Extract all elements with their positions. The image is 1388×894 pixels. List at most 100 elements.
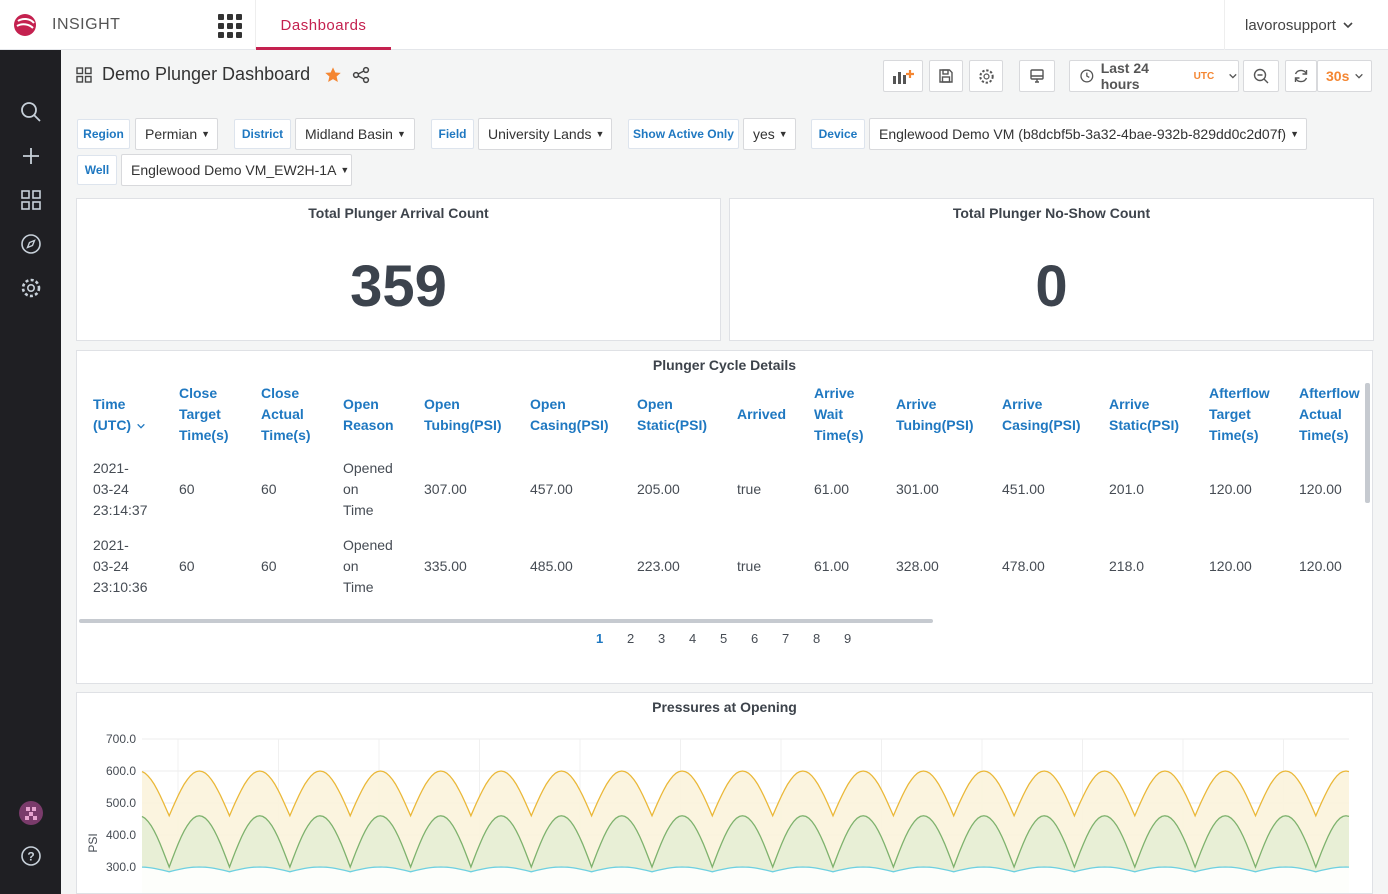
column-header[interactable]: Arrive Tubing(PSI) [896, 394, 974, 436]
cell-line: true [737, 558, 762, 574]
share-icon[interactable] [352, 66, 370, 84]
cell-line: 03-24 [93, 481, 129, 497]
gear-icon[interactable] [18, 275, 44, 301]
app-name: INSIGHT [52, 15, 121, 33]
page-link[interactable]: 4 [689, 631, 696, 646]
column-header-line: Casing(PSI) [1002, 416, 1081, 433]
save-dashboard-button[interactable] [929, 60, 963, 92]
cell-line: 23:14:37 [93, 502, 148, 518]
page-link[interactable]: 1 [596, 631, 603, 646]
well-value: Englewood Demo VM_EW2H-1A [131, 162, 337, 178]
y-tick-label: 500.0 [106, 796, 136, 810]
add-panel-icon [893, 70, 914, 84]
cell-line: 307.00 [424, 481, 467, 497]
noshow-count-panel[interactable]: Total Plunger No-Show Count 0 [729, 198, 1374, 341]
vertical-scrollbar[interactable] [1365, 383, 1370, 503]
cell-line: 457.00 [530, 481, 573, 497]
brand[interactable]: INSIGHT [0, 0, 200, 50]
column-header-line: Reason [343, 416, 394, 433]
cell-line: 60 [261, 558, 277, 574]
refresh-interval-picker[interactable]: 30s [1317, 60, 1372, 92]
field-select[interactable]: University Lands ▼ [478, 118, 612, 150]
column-header[interactable]: Open Reason [343, 394, 394, 436]
page-link[interactable]: 5 [720, 631, 727, 646]
column-header-line: Tubing(PSI) [896, 416, 974, 433]
column-header[interactable]: Arrived [737, 404, 786, 425]
district-select[interactable]: Midland Basin ▼ [295, 118, 415, 150]
monitor-icon [1030, 69, 1044, 83]
device-value: Englewood Demo VM (b8dcbf5b-3a32-4bae-93… [879, 126, 1287, 142]
noshow-count-value: 0 [1035, 254, 1068, 319]
field-label: Field [431, 119, 474, 149]
column-header-line: Time(s) [814, 427, 864, 443]
explore-icon[interactable] [18, 231, 44, 257]
show-active-value: yes [753, 126, 775, 142]
column-header-line: Arrive [896, 395, 937, 412]
view-mode-button[interactable] [1019, 60, 1055, 92]
column-header[interactable]: Afterflow Actual Time(s) [1299, 383, 1360, 446]
column-header-line: Time(s) [1209, 427, 1259, 443]
series-area [142, 867, 1349, 893]
search-icon[interactable] [18, 99, 44, 125]
add-panel-button[interactable] [883, 60, 923, 92]
refresh-interval-value: 30s [1326, 68, 1350, 84]
column-header[interactable]: Arrive Static(PSI) [1109, 394, 1179, 436]
time-range-picker[interactable]: Last 24 hours UTC [1069, 60, 1239, 92]
column-header[interactable]: Time (UTC) [93, 394, 145, 436]
star-icon[interactable] [324, 66, 342, 84]
well-select[interactable]: Englewood Demo VM_EW2H-1A ▼ [121, 154, 352, 186]
caret-down-icon: ▼ [595, 129, 605, 139]
refresh-button[interactable] [1285, 60, 1317, 92]
table-cell: 61.00 [814, 556, 849, 577]
horizontal-scrollbar[interactable] [79, 619, 933, 623]
page-link[interactable]: 8 [813, 631, 820, 646]
page-link[interactable]: 6 [751, 631, 758, 646]
column-header[interactable]: Open Casing(PSI) [530, 394, 609, 436]
column-header[interactable]: Open Static(PSI) [637, 394, 707, 436]
plus-icon[interactable] [18, 143, 44, 169]
y-axis-label: PSI [86, 833, 100, 852]
cell-line: Opened [343, 460, 393, 476]
table-cell: 485.00 [530, 556, 573, 577]
help-icon[interactable]: ? [18, 843, 44, 869]
column-header-line: Arrived [737, 406, 787, 422]
column-header-line: Static(PSI) [1109, 416, 1180, 433]
column-header[interactable]: Arrive Casing(PSI) [1002, 394, 1081, 436]
pressures-chart: 700.0 600.0 500.0 400.0 300.0 PSI [86, 732, 1350, 893]
chevron-down-icon [1229, 73, 1237, 79]
table-cell: Opened on Time [343, 535, 393, 598]
avatar[interactable] [18, 800, 44, 826]
column-header[interactable]: Open Tubing(PSI) [424, 394, 502, 436]
dashboards-icon[interactable] [18, 187, 44, 213]
column-header[interactable]: Close Target Time(s) [179, 383, 229, 446]
column-header-line: Actual [261, 406, 304, 422]
user-menu[interactable]: lavorosupport [1224, 0, 1388, 50]
panel-title: Total Plunger Arrival Count [308, 205, 489, 221]
tab-dashboards[interactable]: Dashboards [255, 0, 391, 50]
page-link[interactable]: 3 [658, 631, 665, 646]
dashboard-settings-button[interactable] [969, 60, 1003, 92]
arrival-count-panel[interactable]: Total Plunger Arrival Count 359 [76, 198, 721, 341]
page-link[interactable]: 7 [782, 631, 789, 646]
column-header[interactable]: Arrive Wait Time(s) [814, 383, 864, 446]
cell-line: 61.00 [814, 481, 850, 497]
column-header[interactable]: Close Actual Time(s) [261, 383, 311, 446]
table-cell: 335.00 [424, 556, 467, 577]
page-link[interactable]: 2 [627, 631, 634, 646]
column-header-line: Arrive [1002, 395, 1043, 412]
cell-line: 478.00 [1002, 558, 1045, 574]
insight-logo-icon [14, 13, 36, 36]
region-value: Permian [145, 126, 198, 142]
apps-grid-icon[interactable] [216, 12, 244, 40]
column-header-line: Arrive [814, 385, 855, 401]
cell-line: Opened [343, 537, 393, 553]
region-select[interactable]: Permian ▼ [135, 118, 218, 150]
column-header-line: Casing(PSI) [530, 416, 609, 433]
page-link[interactable]: 9 [844, 631, 851, 646]
show-active-select[interactable]: yes ▼ [743, 118, 796, 150]
device-select[interactable]: Englewood Demo VM (b8dcbf5b-3a32-4bae-93… [869, 118, 1307, 150]
zoom-out-button[interactable] [1243, 60, 1279, 92]
column-header[interactable]: Afterflow Target Time(s) [1209, 383, 1270, 446]
sort-chevron-icon[interactable] [136, 421, 146, 431]
dashboard-title[interactable]: Demo Plunger Dashboard [102, 64, 310, 85]
